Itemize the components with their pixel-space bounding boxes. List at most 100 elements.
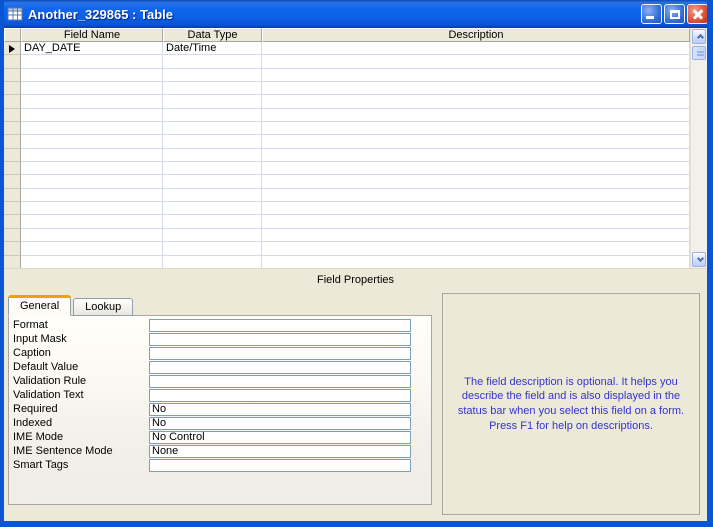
scroll-up-button[interactable] bbox=[692, 29, 706, 44]
field-name-cell[interactable] bbox=[21, 215, 163, 228]
field-name-cell[interactable] bbox=[21, 135, 163, 148]
field-name-cell[interactable] bbox=[21, 175, 163, 188]
description-cell[interactable] bbox=[262, 69, 690, 82]
scrollbar-track[interactable] bbox=[691, 61, 707, 251]
row-selector[interactable] bbox=[4, 189, 21, 202]
field-name-cell[interactable] bbox=[21, 256, 163, 269]
description-cell[interactable] bbox=[262, 95, 690, 108]
row-selector[interactable] bbox=[4, 135, 21, 148]
description-cell[interactable] bbox=[262, 55, 690, 68]
property-label: IME Mode bbox=[13, 431, 149, 444]
property-value-input[interactable] bbox=[149, 347, 411, 360]
row-selector[interactable] bbox=[4, 95, 21, 108]
row-selector[interactable] bbox=[4, 175, 21, 188]
data-type-cell[interactable] bbox=[163, 242, 262, 255]
data-type-cell[interactable] bbox=[163, 202, 262, 215]
tab-lookup[interactable]: Lookup bbox=[73, 298, 133, 316]
data-type-cell[interactable] bbox=[163, 69, 262, 82]
description-cell[interactable] bbox=[262, 109, 690, 122]
row-selector[interactable] bbox=[4, 215, 21, 228]
table-row bbox=[4, 135, 690, 148]
row-selector[interactable] bbox=[4, 229, 21, 242]
description-cell[interactable] bbox=[262, 122, 690, 135]
property-row: Validation Rule bbox=[9, 374, 431, 388]
field-name-cell[interactable] bbox=[21, 149, 163, 162]
property-value-input[interactable] bbox=[149, 319, 411, 332]
row-selector[interactable] bbox=[4, 149, 21, 162]
property-label: Caption bbox=[13, 347, 149, 360]
grid-body: DAY_DATEDate/Time bbox=[4, 42, 690, 268]
minimize-button[interactable] bbox=[641, 4, 662, 24]
field-name-cell[interactable] bbox=[21, 95, 163, 108]
row-selector[interactable] bbox=[4, 122, 21, 135]
property-value-input[interactable]: No bbox=[149, 403, 411, 416]
field-name-cell[interactable] bbox=[21, 122, 163, 135]
close-button[interactable] bbox=[687, 4, 708, 24]
row-selector[interactable] bbox=[4, 109, 21, 122]
property-value-input[interactable] bbox=[149, 375, 411, 388]
description-cell[interactable] bbox=[262, 189, 690, 202]
data-type-cell[interactable] bbox=[163, 122, 262, 135]
description-cell[interactable] bbox=[262, 215, 690, 228]
data-type-cell[interactable] bbox=[163, 229, 262, 242]
row-selector[interactable] bbox=[4, 55, 21, 68]
field-name-cell[interactable] bbox=[21, 202, 163, 215]
description-cell[interactable] bbox=[262, 135, 690, 148]
scrollbar-thumb[interactable] bbox=[692, 46, 706, 60]
data-type-cell[interactable]: Date/Time bbox=[163, 42, 262, 55]
data-type-cell[interactable] bbox=[163, 82, 262, 95]
property-value-input[interactable] bbox=[149, 389, 411, 402]
data-type-cell[interactable] bbox=[163, 135, 262, 148]
description-cell[interactable] bbox=[262, 82, 690, 95]
field-name-cell[interactable] bbox=[21, 162, 163, 175]
scroll-down-button[interactable] bbox=[692, 252, 706, 267]
description-cell[interactable] bbox=[262, 202, 690, 215]
row-selector[interactable] bbox=[4, 42, 21, 55]
row-selector[interactable] bbox=[4, 202, 21, 215]
description-cell[interactable] bbox=[262, 229, 690, 242]
row-selector[interactable] bbox=[4, 69, 21, 82]
field-name-cell[interactable] bbox=[21, 189, 163, 202]
vertical-scrollbar[interactable] bbox=[690, 28, 707, 268]
maximize-button[interactable] bbox=[664, 4, 685, 24]
property-value-input[interactable]: No bbox=[149, 417, 411, 430]
property-value-input[interactable] bbox=[149, 361, 411, 374]
title-bar[interactable]: Another_329865 : Table bbox=[0, 0, 713, 28]
row-selector[interactable] bbox=[4, 82, 21, 95]
field-name-cell[interactable] bbox=[21, 229, 163, 242]
data-type-cell[interactable] bbox=[163, 109, 262, 122]
data-type-cell[interactable] bbox=[163, 175, 262, 188]
data-type-cell[interactable] bbox=[163, 95, 262, 108]
field-name-cell[interactable] bbox=[21, 109, 163, 122]
row-selector[interactable] bbox=[4, 242, 21, 255]
field-name-cell[interactable] bbox=[21, 82, 163, 95]
description-cell[interactable] bbox=[262, 242, 690, 255]
help-panel: The field description is optional. It he… bbox=[442, 293, 700, 515]
row-selector[interactable] bbox=[4, 256, 21, 269]
data-type-cell[interactable] bbox=[163, 256, 262, 269]
property-label: Required bbox=[13, 403, 149, 416]
description-cell[interactable] bbox=[262, 42, 690, 55]
field-name-cell[interactable] bbox=[21, 242, 163, 255]
data-type-cell[interactable] bbox=[163, 162, 262, 175]
table-row bbox=[4, 149, 690, 162]
property-value-input[interactable]: No Control bbox=[149, 431, 411, 444]
table-row bbox=[4, 229, 690, 242]
data-type-cell[interactable] bbox=[163, 149, 262, 162]
data-type-cell[interactable] bbox=[163, 189, 262, 202]
description-cell[interactable] bbox=[262, 175, 690, 188]
description-cell[interactable] bbox=[262, 149, 690, 162]
description-cell[interactable] bbox=[262, 256, 690, 269]
row-selector[interactable] bbox=[4, 162, 21, 175]
field-name-cell[interactable]: DAY_DATE bbox=[21, 42, 163, 55]
data-type-cell[interactable] bbox=[163, 55, 262, 68]
field-properties-label: Field Properties bbox=[317, 274, 394, 286]
property-value-input[interactable] bbox=[149, 459, 411, 472]
field-name-cell[interactable] bbox=[21, 55, 163, 68]
property-value-input[interactable]: None bbox=[149, 445, 411, 458]
data-type-cell[interactable] bbox=[163, 215, 262, 228]
description-cell[interactable] bbox=[262, 162, 690, 175]
field-name-cell[interactable] bbox=[21, 69, 163, 82]
tab-general[interactable]: General bbox=[8, 295, 71, 316]
property-value-input[interactable] bbox=[149, 333, 411, 346]
